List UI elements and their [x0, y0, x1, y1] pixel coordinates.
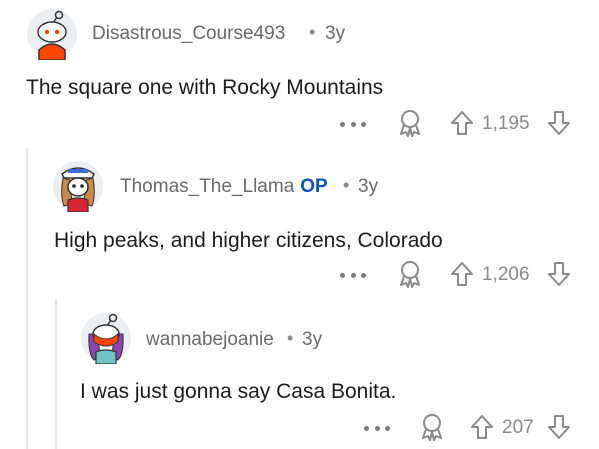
- more-options-button[interactable]: [340, 117, 366, 131]
- separator-dot: •: [287, 328, 294, 348]
- downvote-icon[interactable]: [547, 110, 571, 136]
- op-badge: OP: [300, 176, 328, 197]
- username[interactable]: wannabejoanie: [146, 329, 274, 351]
- comment-body: I was just gonna say Casa Bonita.: [80, 380, 397, 403]
- downvote-icon[interactable]: [547, 414, 571, 440]
- upvote-icon[interactable]: [470, 414, 494, 440]
- award-icon[interactable]: [398, 109, 422, 137]
- comment-body: The square one with Rocky Mountains: [26, 76, 384, 99]
- award-icon[interactable]: [420, 413, 444, 441]
- comment-age[interactable]: 3y: [358, 176, 378, 198]
- upvote-icon[interactable]: [450, 261, 474, 287]
- award-icon[interactable]: [398, 260, 422, 288]
- username-text[interactable]: Thomas_The_Llama: [120, 176, 294, 197]
- vote-score: 1,206: [482, 264, 530, 285]
- comment-body: High peaks, and higher citizens, Colorad…: [54, 229, 443, 252]
- username[interactable]: Disastrous_Course493: [92, 23, 285, 45]
- vote-score: 207: [502, 417, 534, 438]
- separator-dot: •: [309, 22, 316, 42]
- comment-age[interactable]: 3y: [302, 329, 322, 351]
- snoo-avatar-icon[interactable]: [80, 312, 132, 364]
- thread-line-level-1[interactable]: [26, 148, 28, 449]
- separator-dot: •: [343, 175, 350, 195]
- upvote-icon[interactable]: [450, 110, 474, 136]
- comment-age[interactable]: 3y: [325, 23, 345, 45]
- vote-score: 1,195: [482, 113, 530, 134]
- snoo-avatar-icon[interactable]: [52, 160, 104, 212]
- more-options-button[interactable]: [340, 268, 366, 282]
- snoo-avatar-icon[interactable]: [26, 8, 78, 60]
- thread-line-level-2[interactable]: [55, 300, 57, 449]
- more-options-button[interactable]: [364, 421, 390, 435]
- username[interactable]: Thomas_The_Llama OP: [120, 176, 328, 198]
- downvote-icon[interactable]: [547, 261, 571, 287]
